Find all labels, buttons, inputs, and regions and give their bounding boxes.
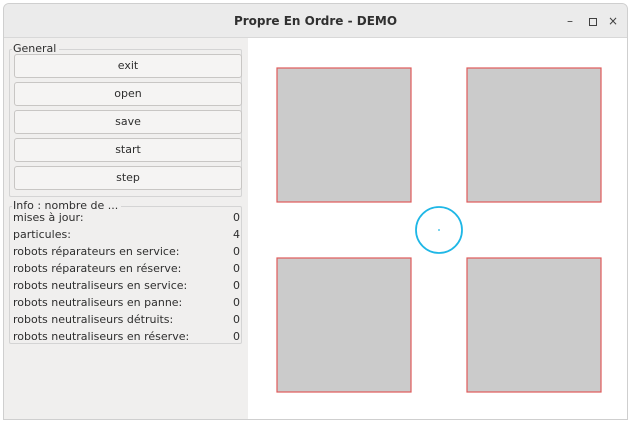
general-group: General exit open save start step [9,42,242,197]
info-row-reparateurs-reserve: robots réparateurs en réserve: 0 [12,261,241,278]
minimize-button[interactable]: – [562,13,578,29]
app-window: Propre En Ordre - DEMO – × General exit … [3,3,628,420]
open-button[interactable]: open [14,82,242,106]
maximize-icon [589,17,597,26]
info-row-mises-a-jour: mises à jour: 0 [12,210,241,227]
info-label: robots réparateurs en service: [13,245,180,258]
maximize-button[interactable] [585,13,601,29]
info-row-neutraliseurs-service: robots neutraliseurs en service: 0 [12,278,241,295]
info-row-reparateurs-service: robots réparateurs en service: 0 [12,244,241,261]
exit-button[interactable]: exit [14,54,242,78]
particle-top-right [466,67,602,203]
info-value: 0 [233,211,240,224]
info-row-neutraliseurs-reserve: robots neutraliseurs en réserve: 0 [12,329,241,346]
info-row-neutraliseurs-detruits: robots neutraliseurs détruits: 0 [12,312,241,329]
save-button[interactable]: save [14,110,242,134]
simulation-canvas[interactable] [248,38,627,419]
info-label: robots neutraliseurs en réserve: [13,330,190,343]
info-value: 0 [233,313,240,326]
info-value: 0 [233,279,240,292]
step-button[interactable]: step [14,166,242,190]
start-button[interactable]: start [14,138,242,162]
window-title: Propre En Ordre - DEMO [233,14,398,28]
particle-top-left [276,67,412,203]
robot-center-dot [438,229,440,231]
info-label: mises à jour: [13,211,84,224]
control-panel: General exit open save start step Info :… [4,38,248,419]
info-value: 0 [233,245,240,258]
info-label: robots neutraliseurs détruits: [13,313,174,326]
info-value: 4 [233,228,240,241]
particle-bottom-left [276,257,412,393]
info-label: robots réparateurs en réserve: [13,262,182,275]
info-row-particules: particules: 4 [12,227,241,244]
simulation-drawing [276,67,602,393]
info-label: robots neutraliseurs en service: [13,279,188,292]
info-value: 0 [233,330,240,343]
info-label: particules: [13,228,71,241]
close-button[interactable]: × [605,13,621,29]
title-bar[interactable]: Propre En Ordre - DEMO – × [4,4,627,38]
info-value: 0 [233,262,240,275]
info-row-neutraliseurs-panne: robots neutraliseurs en panne: 0 [12,295,241,312]
info-value: 0 [233,296,240,309]
particle-bottom-right [466,257,602,393]
info-group: Info : nombre de ... mises à jour: 0 par… [9,199,242,346]
info-label: robots neutraliseurs en panne: [13,296,183,309]
